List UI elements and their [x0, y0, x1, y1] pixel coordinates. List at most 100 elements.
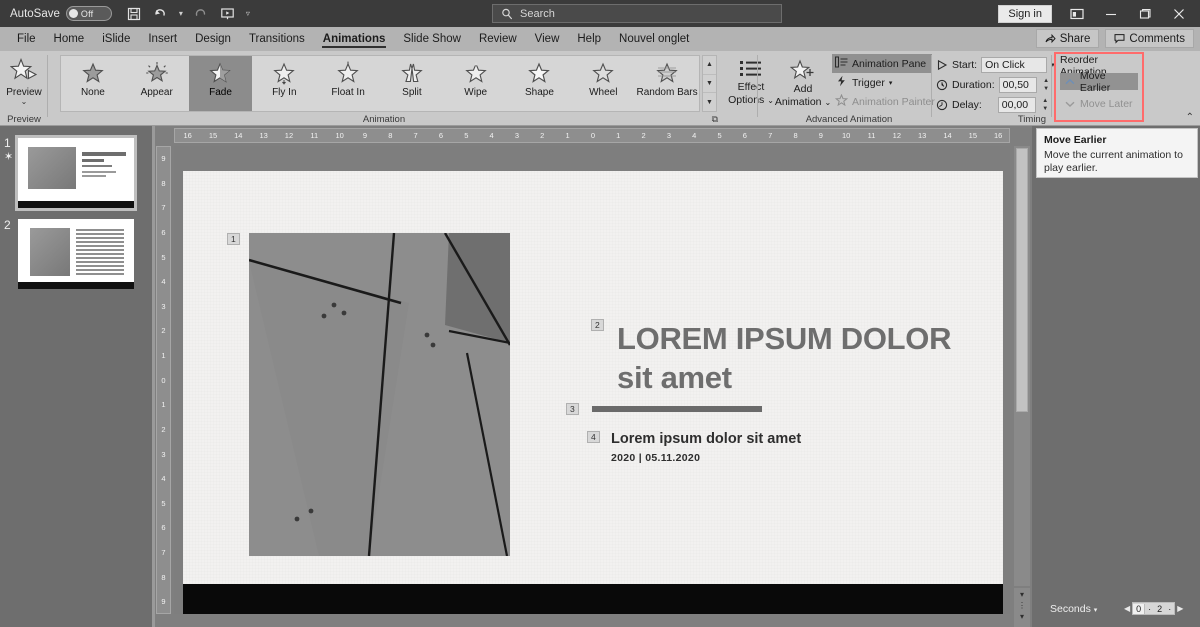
start-label: Start: [952, 58, 978, 71]
gallery-scroll-up-icon[interactable]: ▲ [703, 56, 716, 75]
group-label-timing: Timing [1017, 114, 1046, 125]
timeline-field[interactable]: 0 · 2 · [1132, 602, 1176, 615]
start-presentation-icon[interactable] [216, 3, 240, 25]
redo-icon [189, 3, 213, 25]
duration-stepper[interactable]: ▲ ▼ [1041, 77, 1052, 93]
animation-dialog-launcher[interactable]: ⧉ [712, 114, 718, 125]
animation-effect-wheel[interactable]: Wheel [571, 56, 635, 111]
slide-title[interactable]: LOREM IPSUM DOLOR sit amet [617, 319, 997, 397]
tab-file[interactable]: File [8, 31, 45, 47]
search-input[interactable]: Search [492, 4, 782, 23]
animation-effect-fade[interactable]: Fade [188, 56, 253, 111]
thumbnail-1-rule [82, 165, 112, 167]
animation-effect-wipe[interactable]: Wipe [444, 56, 508, 111]
animation-gallery[interactable]: None Appear Fade Fly In Float In Split Wipe Sha… [60, 55, 700, 112]
tab-animations[interactable]: Animations [314, 31, 395, 48]
undo-dropdown-caret-icon[interactable]: ▾ [176, 9, 186, 18]
animation-effect-float-in[interactable]: Float In [316, 56, 380, 111]
group-divider [1051, 55, 1052, 117]
preview-button[interactable]: Preview ⌄ [4, 55, 44, 111]
ruler-tick: 8 [161, 572, 166, 582]
tab-home[interactable]: Home [45, 31, 94, 47]
slide-thumbnail-1[interactable] [15, 135, 137, 211]
animation-tag-2[interactable]: 2 [591, 319, 604, 331]
duration-row: Duration: 00,50 ▲ ▼ [936, 76, 1052, 93]
tab-review[interactable]: Review [470, 31, 526, 47]
autosave-control[interactable]: AutoSave Off [10, 6, 112, 21]
seconds-dropdown[interactable]: Seconds ▾ [1050, 603, 1097, 615]
animation-pane-button[interactable]: Animation Pane [832, 54, 932, 73]
delay-stepper[interactable]: ▲ ▼ [1040, 97, 1051, 113]
tab-nouvel-onglet[interactable]: Nouvel onglet [610, 31, 698, 47]
tab-view[interactable]: View [526, 31, 569, 47]
play-icon [937, 59, 948, 70]
scrollbar-thumb[interactable] [1016, 148, 1028, 412]
slide-vertical-scrollbar[interactable] [1014, 146, 1030, 586]
trigger-caret-icon[interactable]: ▾ [889, 79, 893, 87]
close-icon[interactable] [1162, 0, 1196, 27]
preview-dropdown-caret-icon[interactable]: ⌄ [21, 98, 28, 106]
star-icon [464, 61, 487, 83]
tab-islide[interactable]: iSlide [93, 31, 139, 47]
move-earlier-button[interactable]: Move Earlier [1060, 70, 1138, 94]
animation-tag-4[interactable]: 4 [587, 431, 600, 443]
timeline-start-value: 0 [1133, 603, 1146, 614]
animation-effect-none[interactable]: None [61, 56, 125, 111]
add-animation-button[interactable]: Add Animation ⌄ [772, 55, 834, 119]
gallery-more-icon[interactable]: ▼ [703, 93, 716, 111]
animation-effect-random-bars[interactable]: Random Bars [635, 56, 699, 111]
slide-edit-area[interactable]: 1 2 LOREM IPSUM DOLOR sit amet 3 4 Lorem… [174, 146, 1010, 614]
gallery-scrollbar[interactable]: ▲ ▼ ▼ [702, 55, 717, 112]
trigger-button[interactable]: Trigger ▾ [832, 73, 932, 92]
autosave-toggle[interactable]: Off [65, 6, 112, 21]
slide-divider-shape[interactable] [592, 406, 762, 412]
search-icon [502, 8, 512, 19]
animation-effect-shape[interactable]: Shape [508, 56, 572, 111]
duration-input[interactable]: 00,50 [998, 76, 1037, 93]
animation-effect-split[interactable]: Split [380, 56, 444, 111]
customize-qat-caret-icon[interactable]: ▿ [243, 9, 253, 18]
undo-icon[interactable] [149, 3, 173, 25]
collapse-ribbon-icon[interactable]: ⌃ [1186, 112, 1194, 123]
delay-input[interactable]: 00,00 [997, 96, 1036, 113]
animation-effect-appear[interactable]: Appear [125, 56, 189, 111]
tab-design[interactable]: Design [186, 31, 240, 47]
slide-dots-icon[interactable]: ⋮ [1018, 601, 1026, 610]
tab-transitions[interactable]: Transitions [240, 31, 314, 47]
share-button[interactable]: Share [1035, 29, 1100, 48]
tab-help[interactable]: Help [568, 31, 610, 47]
slide-navigation-buttons[interactable]: ▾ ⋮ ▾ [1014, 588, 1030, 627]
ribbon-tab-bar: File Home iSlide Insert Design Transitions Ani… [0, 27, 1200, 51]
timeline-left-arrow-icon[interactable]: ◀ [1124, 604, 1130, 613]
advanced-command-label: Trigger [852, 76, 885, 89]
save-icon[interactable] [122, 3, 146, 25]
restore-icon[interactable] [1128, 0, 1162, 27]
slide-date[interactable]: 2020 | 05.11.2020 [611, 452, 700, 464]
minimize-icon[interactable] [1094, 0, 1128, 27]
slide-thumbnail-2[interactable] [18, 219, 134, 289]
tab-slide-show[interactable]: Slide Show [394, 31, 470, 47]
slide-subtitle[interactable]: Lorem ipsum dolor sit amet [611, 431, 801, 447]
start-select[interactable]: On Click [981, 56, 1048, 73]
gallery-scroll-down-icon[interactable]: ▼ [703, 75, 716, 94]
animation-tag-1[interactable]: 1 [227, 233, 240, 245]
ribbon-display-options-icon[interactable] [1060, 0, 1094, 27]
animation-pane[interactable]: 1✶Picture 282✶Rectangle 3: ...3✶Rectangl… [1032, 126, 1200, 627]
previous-slide-icon[interactable]: ▾ [1020, 590, 1024, 599]
clock-delay-icon [936, 99, 948, 110]
sign-in-button[interactable]: Sign in [998, 4, 1052, 23]
timeline-scrubber[interactable]: ◀ 0 · 2 · ▶ [1124, 602, 1183, 615]
slide-image-placeholder[interactable] [249, 233, 510, 556]
animation-tag-3[interactable]: 3 [566, 403, 579, 415]
slide-canvas[interactable]: 1 2 LOREM IPSUM DOLOR sit amet 3 4 Lorem… [183, 171, 1003, 614]
thumbnail-2-footer-bar [18, 282, 134, 289]
timeline-right-arrow-icon[interactable]: ▶ [1177, 604, 1183, 613]
slide-thumbnail-pane[interactable]: 1 ✶ 2 [0, 126, 152, 627]
next-slide-icon[interactable]: ▾ [1020, 612, 1024, 621]
ruler-tick: 6 [438, 131, 444, 140]
comments-button[interactable]: Comments [1105, 29, 1194, 48]
animation-effect-fly-in[interactable]: Fly In [252, 56, 316, 111]
tab-insert[interactable]: Insert [139, 31, 186, 47]
pane-splitter[interactable] [152, 126, 155, 627]
animation-effect-label: Split [402, 87, 422, 98]
